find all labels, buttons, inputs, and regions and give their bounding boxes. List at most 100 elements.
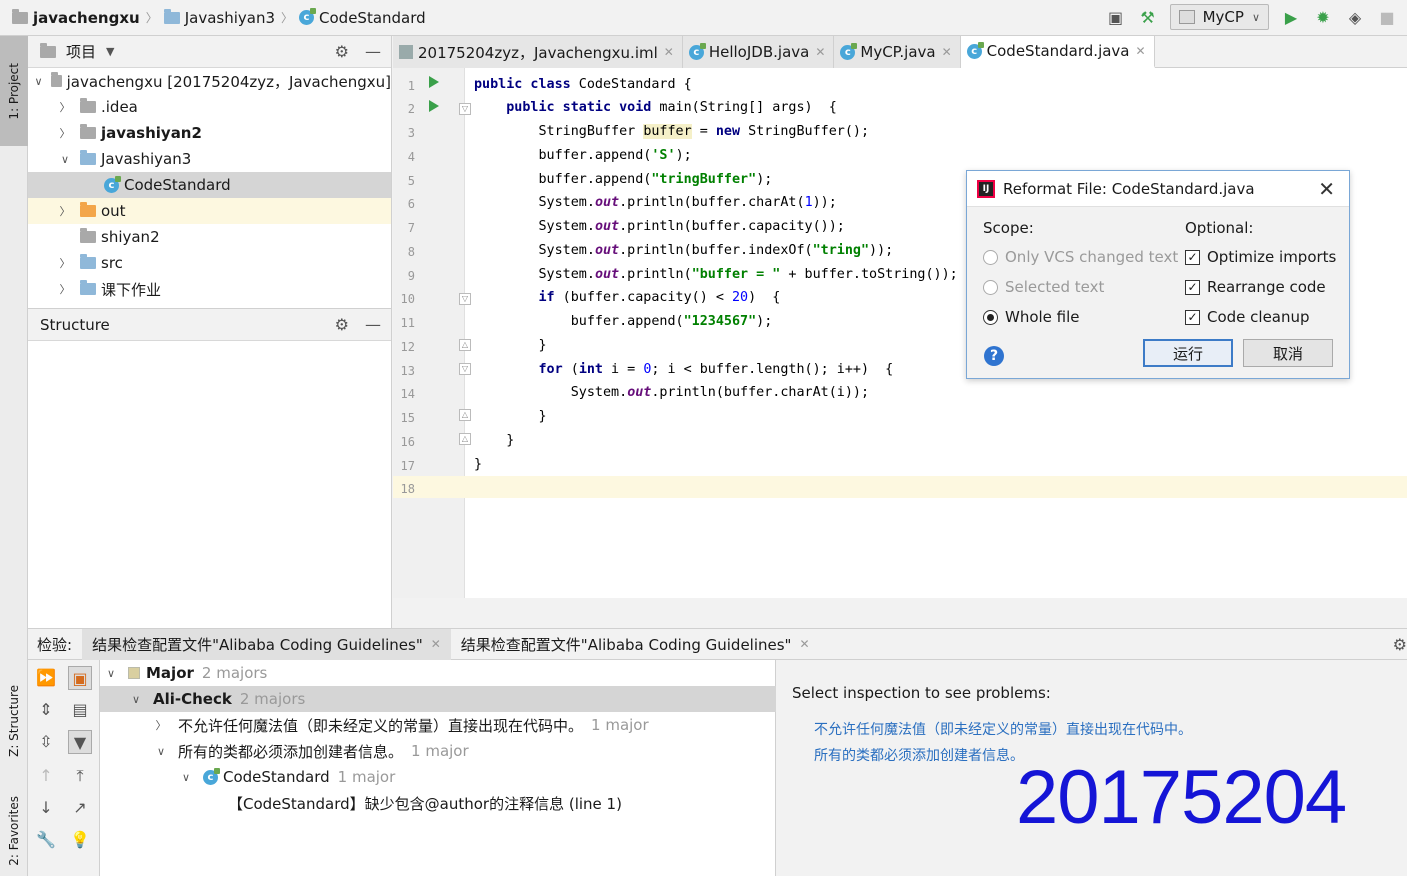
close-icon[interactable]: ✕ xyxy=(664,45,674,59)
project-tree-item[interactable]: 〉 out xyxy=(28,198,391,224)
project-tree-item[interactable]: ∨ javachengxu [20175204zyz，Javachengxu] xyxy=(28,68,391,94)
project-tree-item[interactable]: shiyan2 xyxy=(28,224,391,250)
inspection-tab-1[interactable]: 结果检查配置文件"Alibaba Coding Guidelines" ✕ xyxy=(82,628,451,660)
rearrange-code-checkbox[interactable]: ✓ Rearrange code xyxy=(1185,278,1326,296)
arrow-up-icon[interactable]: ↑ xyxy=(34,764,58,788)
inspection-tree-row[interactable]: ∨ Major 2 majors xyxy=(100,660,776,686)
close-icon[interactable]: ✕ xyxy=(942,45,952,59)
inspection-tab-2[interactable]: 结果检查配置文件"Alibaba Coding Guidelines" ✕ xyxy=(451,629,820,660)
minimize-icon[interactable]: — xyxy=(365,42,381,61)
inspection-link-magic-value[interactable]: 不允许任何魔法值（即未经定义的常量）直接出现在代码中。 xyxy=(814,719,1192,739)
class-icon: c xyxy=(299,8,317,25)
chevron-down-icon[interactable]: ∨ xyxy=(104,667,118,680)
code-cleanup-checkbox[interactable]: ✓ Code cleanup xyxy=(1185,308,1310,326)
gear-icon[interactable]: ⚙ xyxy=(335,315,349,334)
code-line-12: } xyxy=(474,338,547,353)
optimize-imports-label: Optimize imports xyxy=(1207,248,1337,266)
close-icon[interactable]: ✕ xyxy=(431,637,441,651)
breadcrumb-class[interactable]: CodeStandard xyxy=(319,9,426,27)
project-tree-item-label: javachengxu [20175204zyz，Javachengxu] xyxy=(66,72,391,91)
editor-tab[interactable]: c CodeStandard.java ✕ xyxy=(960,36,1155,68)
help-icon[interactable]: ? xyxy=(984,346,1004,366)
cancel-button[interactable]: 取消 xyxy=(1243,339,1333,367)
export-icon[interactable]: ↗ xyxy=(68,796,92,820)
run-configuration-select[interactable]: MyCP ∨ xyxy=(1169,4,1269,30)
inspection-count: 2 majors xyxy=(239,690,306,708)
autoscroll-to-source-icon[interactable]: ⤒ xyxy=(68,764,92,788)
chevron-right-icon[interactable]: 〉 xyxy=(58,281,72,297)
chevron-right-icon[interactable]: 〉 xyxy=(154,717,168,733)
run-gutter-icon[interactable] xyxy=(429,76,439,88)
chevron-right-icon[interactable]: 〉 xyxy=(58,125,72,141)
editor-tab[interactable]: c HelloJDB.java ✕ xyxy=(682,36,835,68)
build-project-icon[interactable]: ▣ xyxy=(1106,7,1126,27)
inspection-tree-row[interactable]: ∨ c CodeStandard 1 major xyxy=(100,764,776,790)
group-by-directory-icon[interactable]: ▤ xyxy=(68,698,92,722)
chevron-down-icon[interactable]: ▼ xyxy=(106,45,114,58)
collapse-all-icon[interactable]: ⇳ xyxy=(34,730,58,754)
editor-tab[interactable]: c MyCP.java ✕ xyxy=(834,36,961,68)
run-gutter-icon[interactable] xyxy=(429,100,439,112)
scope-vcs-changed-radio[interactable]: Only VCS changed text xyxy=(983,248,1178,266)
close-icon[interactable]: ✕ xyxy=(815,45,825,59)
chevron-down-icon[interactable]: ∨ xyxy=(154,745,168,758)
debug-icon[interactable]: ✹ xyxy=(1313,7,1333,27)
minimize-icon[interactable]: — xyxy=(365,315,381,334)
structure-tool-tab[interactable]: Z: Structure xyxy=(0,666,28,776)
run-button[interactable]: 运行 xyxy=(1143,339,1233,367)
expand-all-icon[interactable]: ⇕ xyxy=(34,698,58,722)
close-icon[interactable]: ✕ xyxy=(1318,177,1335,201)
project-tree-item[interactable]: ∨ Javashiyan3 xyxy=(28,146,391,172)
gear-icon[interactable]: ⚙ xyxy=(1393,635,1407,654)
group-by-severity-icon[interactable]: ▣ xyxy=(68,666,92,690)
inspection-link-author[interactable]: 所有的类都必须添加创建者信息。 xyxy=(814,745,1024,765)
hammer-icon[interactable]: ⚒ xyxy=(1138,7,1158,27)
lightbulb-icon[interactable]: 💡 xyxy=(68,828,92,852)
code-line-4: buffer.append('S'); xyxy=(474,148,692,163)
fold-icon[interactable]: ▽ xyxy=(459,103,471,115)
fold-icon[interactable]: △ xyxy=(459,433,471,445)
project-tree-item[interactable]: 〉 .idea xyxy=(28,94,391,120)
rerun-icon[interactable]: ⏩ xyxy=(34,666,58,690)
chevron-down-icon[interactable]: ∨ xyxy=(34,75,43,88)
project-tree-item[interactable]: 〉 课下作业 xyxy=(28,276,391,302)
inspection-tree-row[interactable]: 【CodeStandard】缺少包含@author的注释信息 (line 1) xyxy=(100,790,776,816)
inspection-tree-row[interactable]: ∨ Ali-Check 2 majors xyxy=(100,686,776,712)
project-panel-title[interactable]: 项目 xyxy=(66,41,96,62)
chevron-right-icon[interactable]: 〉 xyxy=(58,99,72,115)
editor-tab[interactable]: 20175204zyz，Javachengxu.iml ✕ xyxy=(393,36,683,68)
module-icon xyxy=(399,45,413,59)
favorites-tool-tab[interactable]: 2: Favorites xyxy=(0,786,28,876)
chevron-right-icon[interactable]: 〉 xyxy=(58,255,72,271)
gear-icon[interactable]: ⚙ xyxy=(335,42,349,61)
inspection-tree-row[interactable]: 〉不允许任何魔法值（即未经定义的常量）直接出现在代码中。 1 major xyxy=(100,712,776,738)
project-tree-item[interactable]: c CodeStandard xyxy=(28,172,391,198)
fold-icon[interactable]: △ xyxy=(459,339,471,351)
radio-selected-icon xyxy=(983,309,998,325)
scope-selected-text-radio[interactable]: Selected text xyxy=(983,278,1104,296)
fold-icon[interactable]: ▽ xyxy=(459,293,471,305)
coverage-icon[interactable]: ◈ xyxy=(1345,7,1365,27)
run-icon[interactable]: ▶ xyxy=(1281,7,1301,27)
breadcrumb-project[interactable]: javachengxu xyxy=(33,9,140,27)
line-number: 16 xyxy=(400,435,415,449)
close-icon[interactable]: ✕ xyxy=(1136,44,1146,58)
chevron-down-icon[interactable]: ∨ xyxy=(129,693,143,706)
fold-icon[interactable]: ▽ xyxy=(459,363,471,375)
arrow-down-icon[interactable]: ↓ xyxy=(34,796,58,820)
inspection-tree-row[interactable]: ∨ 所有的类都必须添加创建者信息。 1 major xyxy=(100,738,776,764)
breadcrumb-package[interactable]: Javashiyan3 xyxy=(185,9,275,27)
stop-icon[interactable]: ■ xyxy=(1377,7,1397,27)
fold-icon[interactable]: △ xyxy=(459,409,471,421)
project-tool-tab[interactable]: 1: Project xyxy=(0,36,28,146)
close-icon[interactable]: ✕ xyxy=(799,637,809,651)
project-tree-item[interactable]: 〉 javashiyan2 xyxy=(28,120,391,146)
chevron-right-icon[interactable]: 〉 xyxy=(58,203,72,219)
project-tree-item[interactable]: 〉 src xyxy=(28,250,391,276)
scope-whole-file-radio[interactable]: Whole file xyxy=(983,308,1080,326)
optimize-imports-checkbox[interactable]: ✓ Optimize imports xyxy=(1185,248,1336,266)
wrench-icon[interactable]: 🔧 xyxy=(34,828,58,852)
chevron-down-icon[interactable]: ∨ xyxy=(179,771,193,784)
chevron-down-icon[interactable]: ∨ xyxy=(58,153,72,166)
filter-icon[interactable]: ▼ xyxy=(68,730,92,754)
